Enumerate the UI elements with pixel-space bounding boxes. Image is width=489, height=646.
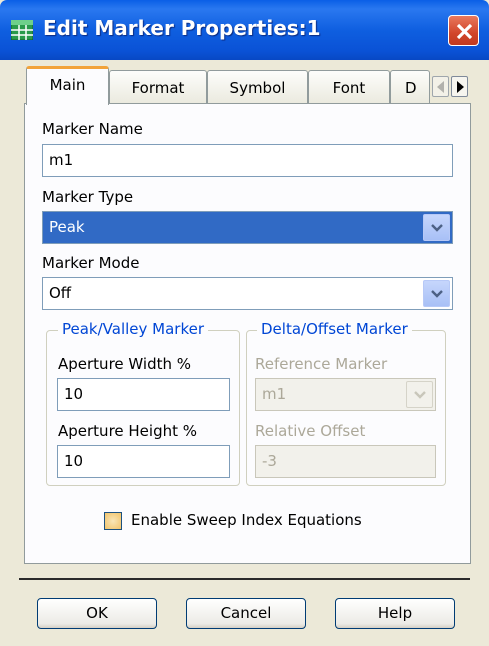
- tab-format[interactable]: Format: [109, 70, 207, 103]
- cancel-button[interactable]: Cancel: [186, 598, 306, 629]
- tab-symbol[interactable]: Symbol: [207, 70, 308, 103]
- aperture-width-input[interactable]: 10: [57, 378, 230, 411]
- reference-marker-label: Reference Marker: [255, 355, 388, 373]
- aperture-height-input[interactable]: 10: [57, 445, 230, 478]
- marker-type-select[interactable]: Peak: [42, 211, 453, 244]
- aperture-width-label: Aperture Width %: [58, 355, 192, 373]
- divider: [19, 578, 470, 580]
- marker-mode-dropdown-button[interactable]: [423, 280, 450, 307]
- marker-type-dropdown-button[interactable]: [423, 214, 450, 241]
- window-title: Edit Marker Properties:1: [43, 16, 321, 40]
- tab-scroll-left-button[interactable]: [432, 76, 449, 97]
- table-icon: [11, 20, 33, 40]
- marker-name-label: Marker Name: [42, 120, 143, 138]
- title-bar[interactable]: Edit Marker Properties:1: [0, 0, 489, 60]
- dialog-window: Edit Marker Properties:1 Main Format Sym…: [0, 0, 489, 646]
- marker-name-input[interactable]: m1: [42, 144, 453, 177]
- aperture-height-label: Aperture Height %: [58, 422, 198, 440]
- marker-type-value: Peak: [49, 218, 85, 236]
- delta-offset-group-title: Delta/Offset Marker: [257, 320, 412, 338]
- tab-font[interactable]: Font: [308, 70, 390, 103]
- tab-main[interactable]: Main: [26, 66, 109, 105]
- marker-mode-label: Marker Mode: [42, 254, 140, 272]
- reference-marker-select[interactable]: m1: [255, 378, 436, 411]
- triangle-right-icon: [457, 81, 464, 93]
- chevron-down-icon: [431, 290, 443, 298]
- sweep-index-checkbox[interactable]: [104, 512, 122, 530]
- relative-offset-label: Relative Offset: [255, 422, 366, 440]
- marker-mode-value: Off: [49, 284, 72, 302]
- reference-marker-value: m1: [262, 385, 287, 403]
- close-button[interactable]: [448, 15, 479, 46]
- reference-marker-dropdown-button[interactable]: [406, 381, 433, 408]
- tab-d-label: D: [405, 79, 417, 97]
- tab-d[interactable]: D: [390, 70, 430, 103]
- marker-mode-select[interactable]: Off: [42, 277, 453, 310]
- peak-valley-group-title: Peak/Valley Marker: [58, 320, 209, 338]
- ok-button[interactable]: OK: [37, 598, 157, 629]
- relative-offset-input[interactable]: -3: [255, 445, 436, 478]
- help-button[interactable]: Help: [335, 598, 455, 629]
- marker-type-label: Marker Type: [42, 188, 134, 206]
- chevron-down-icon: [431, 224, 443, 232]
- close-icon: [456, 23, 473, 40]
- sweep-index-checkbox-label[interactable]: Enable Sweep Index Equations: [131, 511, 362, 529]
- chevron-down-icon: [414, 391, 426, 399]
- tab-scroll-right-button[interactable]: [451, 76, 468, 97]
- triangle-left-icon: [437, 81, 444, 93]
